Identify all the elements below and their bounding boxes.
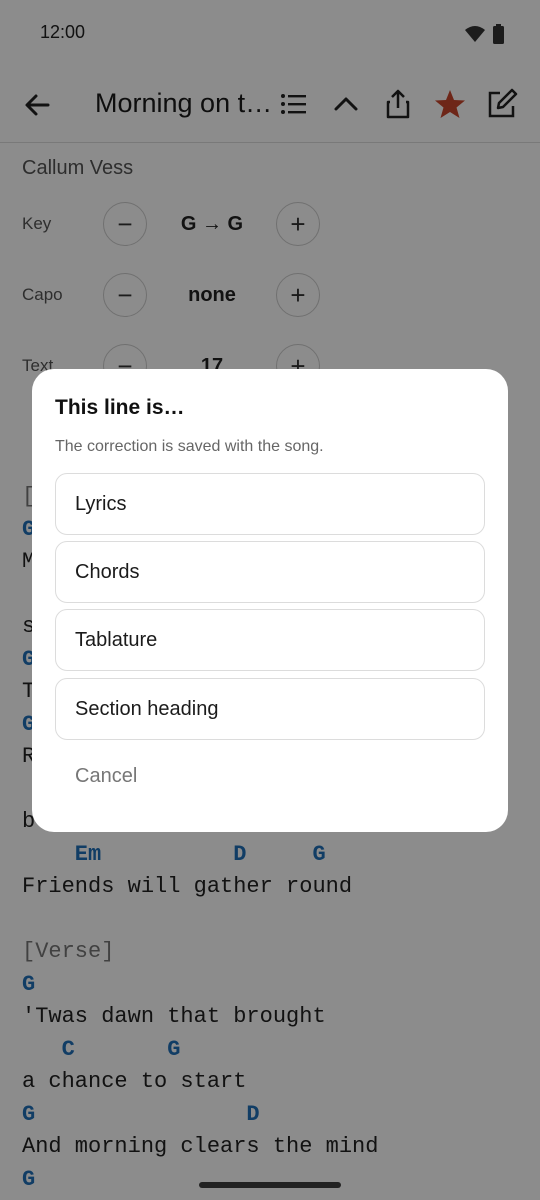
option-chords-button[interactable]: Chords [55,541,485,603]
option-tablature-button[interactable]: Tablature [55,609,485,671]
dialog-title: This line is… [55,396,185,419]
cancel-button[interactable]: Cancel [75,765,137,788]
home-indicator[interactable] [199,1182,341,1188]
dialog-subtitle: The correction is saved with the song. [55,438,324,455]
option-lyrics-button[interactable]: Lyrics [55,473,485,535]
line-type-dialog: This line is… The correction is saved wi… [32,369,508,832]
option-section-heading-button[interactable]: Section heading [55,678,485,740]
